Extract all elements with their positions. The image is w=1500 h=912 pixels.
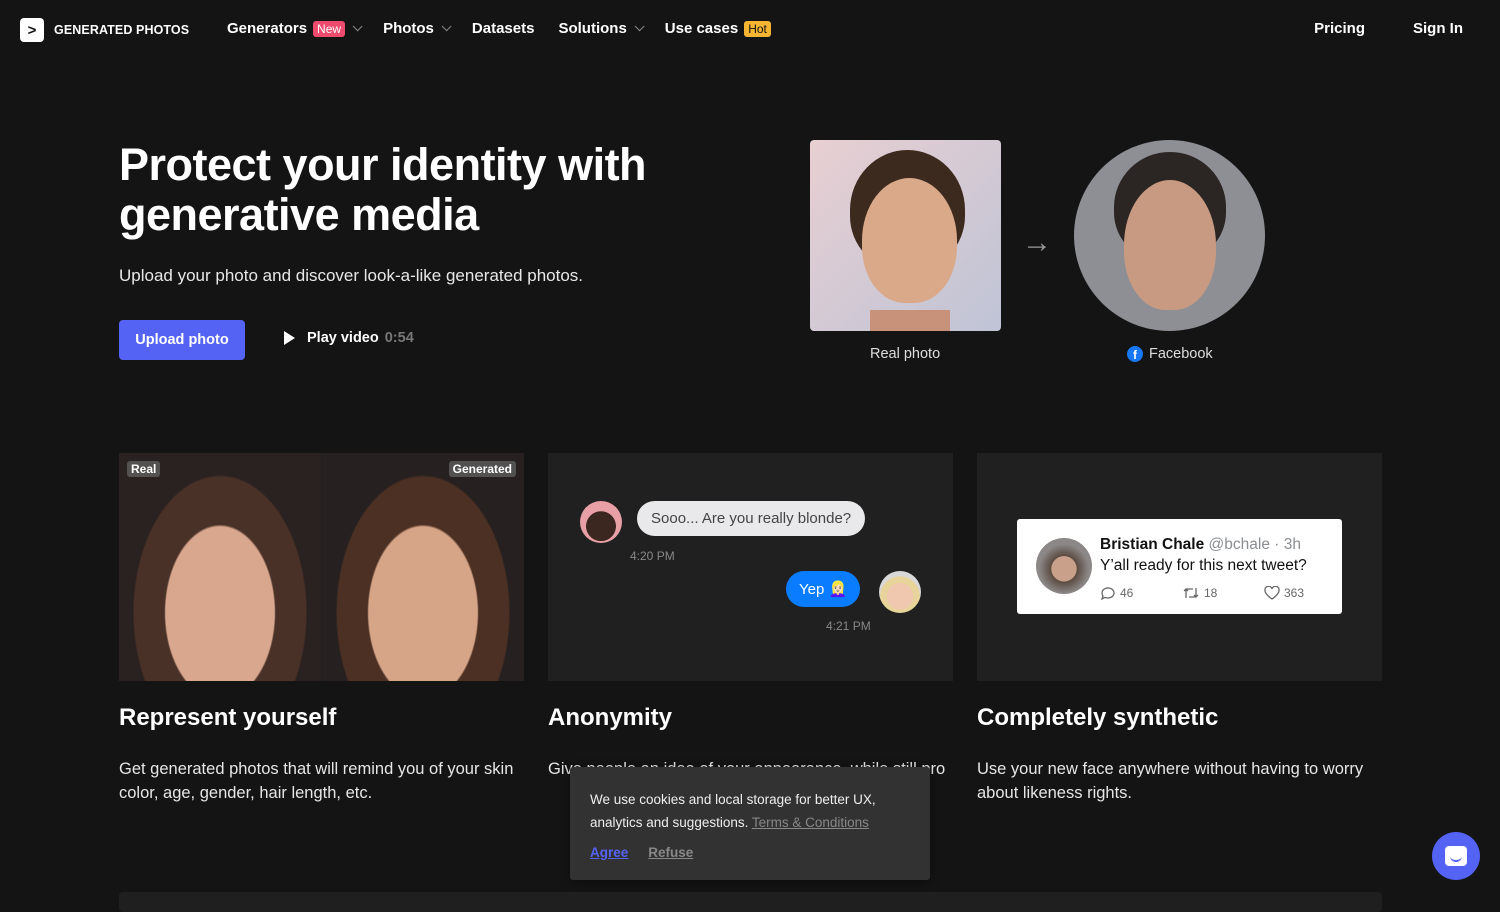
hero-title: Protect your identity with generative me… <box>119 139 647 240</box>
face-shape <box>862 178 957 303</box>
pricing-link[interactable]: Pricing <box>1314 20 1365 37</box>
video-duration: 0:54 <box>384 330 414 346</box>
real-face-image <box>119 453 321 681</box>
brand-name: GENERATED PHOTOS <box>54 23 190 37</box>
chevron-down-icon <box>634 21 645 32</box>
anonymity-card-image: Sooo... Are you really blonde? 4:20 PM Y… <box>548 453 953 681</box>
hero-subtitle: Upload your photo and discover look-a-li… <box>119 266 584 285</box>
refuse-button[interactable]: Refuse <box>648 841 693 864</box>
neck-shape <box>870 310 950 331</box>
main-menu: Generators New Photos Datasets Solutions… <box>227 20 795 37</box>
chat-time-sent: 4:21 PM <box>826 619 871 633</box>
top-navigation: > GENERATED PHOTOS Generators New Photos… <box>0 0 1500 60</box>
retweet-count: 18 <box>1204 586 1218 600</box>
logo[interactable]: > GENERATED PHOTOS <box>20 18 189 42</box>
next-section-panel <box>119 892 1382 912</box>
tweet-text: Y’all ready for this next tweet? <box>1100 557 1307 574</box>
synthetic-card-image: Bristian Chale @bchale · 3h Y’all ready … <box>977 453 1382 681</box>
chat-message-received: Sooo... Are you really blonde? <box>637 501 866 536</box>
new-badge: New <box>313 20 346 37</box>
nav-datasets[interactable]: Datasets <box>472 20 535 37</box>
retweet-icon <box>1183 588 1199 598</box>
tweet-card: Bristian Chale @bchale · 3h Y’all ready … <box>1017 519 1342 614</box>
chat-time-received: 4:20 PM <box>630 549 675 563</box>
hot-badge: Hot <box>744 20 771 37</box>
cookie-banner: We use cookies and local storage for bet… <box>570 767 930 880</box>
generated-tag: Generated <box>448 461 516 477</box>
chevron-down-icon <box>352 21 363 32</box>
nav-datasets-label: Datasets <box>471 20 535 37</box>
chevron-down-icon <box>441 21 452 32</box>
sender-avatar <box>580 501 622 543</box>
face-shape <box>1124 180 1216 310</box>
chat-bubble-icon <box>1445 846 1467 866</box>
facebook-label: Facebook <box>1149 346 1213 362</box>
arrow-right-icon: → <box>1022 226 1052 259</box>
represent-text: Get generated photos that will remind yo… <box>119 760 514 802</box>
cookie-actions: Agree Refuse <box>590 841 910 864</box>
real-tag: Real <box>127 461 161 477</box>
real-photo <box>810 140 1001 331</box>
synthetic-title: Completely synthetic <box>977 704 1219 731</box>
nav-solutions-label: Solutions <box>558 20 627 37</box>
reply-count: 46 <box>1120 586 1134 600</box>
nav-photos-label: Photos <box>383 20 434 37</box>
reply-stat: 46 <box>1100 586 1182 600</box>
generated-face-image <box>322 453 524 681</box>
generated-photo-caption: f Facebook <box>1127 346 1213 362</box>
tweet-header: Bristian Chale @bchale · 3h <box>1100 536 1301 554</box>
tweet-author-name: Bristian Chale <box>1100 536 1205 553</box>
nav-photos[interactable]: Photos <box>383 20 452 37</box>
nav-solutions[interactable]: Solutions <box>558 20 645 37</box>
sign-in-link[interactable]: Sign In <box>1413 20 1463 37</box>
anonymity-title: Anonymity <box>548 704 673 731</box>
logo-icon: > <box>20 18 44 42</box>
facebook-icon: f <box>1127 346 1143 362</box>
nav-generators-label: Generators <box>227 20 308 37</box>
play-video-label: Play video <box>307 330 379 346</box>
tweet-avatar <box>1036 538 1092 594</box>
generated-photo <box>1074 140 1265 331</box>
terms-link[interactable]: Terms & Conditions <box>752 815 869 830</box>
real-photo-caption: Real photo <box>870 346 941 362</box>
like-count: 363 <box>1284 586 1305 600</box>
synthetic-text: Use your new face anywhere without havin… <box>977 760 1364 802</box>
represent-card-image: Real Generated <box>119 453 524 681</box>
play-icon <box>284 331 295 345</box>
nav-generators[interactable]: Generators New <box>227 20 363 37</box>
retweet-stat: 18 <box>1182 586 1264 600</box>
nav-right: Pricing Sign In <box>1314 20 1463 37</box>
chat-message-sent: Yep 👱🏻‍♀️ <box>786 571 861 607</box>
agree-button[interactable]: Agree <box>590 841 628 864</box>
chat-support-button[interactable] <box>1432 832 1480 880</box>
nav-use-cases-label: Use cases <box>664 20 739 37</box>
play-video-button[interactable]: Play video 0:54 <box>284 330 414 346</box>
cookie-message: We use cookies and local storage for bet… <box>590 788 910 834</box>
user-avatar <box>879 571 921 613</box>
tweet-handle: @bchale · 3h <box>1208 536 1301 553</box>
reply-icon <box>1100 587 1115 600</box>
tweet-stats: 46 18 363 <box>1100 586 1346 600</box>
like-stat: 363 <box>1264 586 1346 600</box>
represent-title: Represent yourself <box>119 704 337 731</box>
nav-use-cases[interactable]: Use cases Hot <box>665 20 771 37</box>
upload-photo-button[interactable]: Upload photo <box>119 320 245 360</box>
heart-icon <box>1264 586 1280 600</box>
